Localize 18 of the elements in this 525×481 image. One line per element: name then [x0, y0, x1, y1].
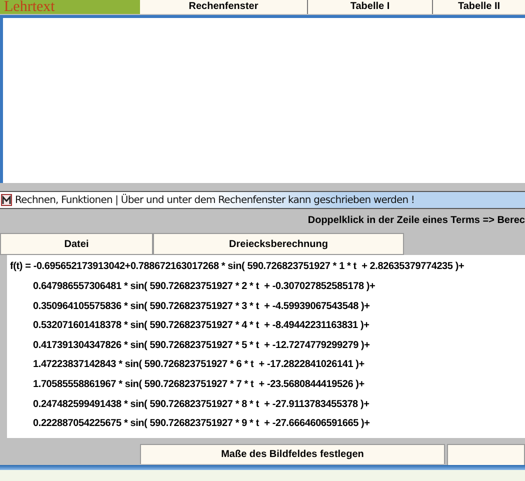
header-label: Lehrtext — [0, 0, 140, 14]
text-area[interactable] — [0, 15, 525, 183]
app-icon — [1, 194, 12, 206]
formula-line: 0.222887054225675 * sin( 590.726823751927 * 9 * t + -27.6664606591665 )+ — [32, 417, 371, 432]
window-title: Rechnen, Funktionen | Über und unter dem Rechenfenster kann geschrieben werden ! — [15, 194, 415, 206]
formula-line: 0.417391304347826 * sin( 590.726823751927 * 5 * t + -12.7274779299279 )+ — [32, 338, 371, 353]
hint-text: Doppelklick in der Zeile eines Terms => Berec — [308, 214, 525, 226]
formula-line: f(t) = -0.695652173913042+0.788672163017268 * sin( 590.726823751927 * 1 * t + 2.82635379774235 )+ — [9, 260, 466, 274]
blank-button[interactable] — [447, 444, 525, 466]
formula-line: 1.70585558861967 * sin( 590.726823751927 * 7 * t + -23.5680844419526 )+ — [32, 378, 366, 392]
formula-line: 1.47223837142843 * sin( 590.726823751927 * 6 * t + -17.2822841026141 )+ — [32, 358, 366, 372]
formula-line: 0.532071601418378 * sin( 590.726823751927 * 4 * t + -8.49442231163831 )+ — [32, 319, 370, 334]
formula-line: 0.647986557306481 * sin( 590.726823751927 * 2 * t + -0.307027852585178 )+ — [32, 280, 376, 294]
formula-line: 0.247482599491438 * sin( 590.726823751927 * 8 * t + -27.9113783455378 )+ — [32, 398, 370, 412]
formula-line: 0.350964105575836 * sin( 590.726823751927 * 3 * t + -4.59939067543548 )+ — [32, 300, 371, 314]
toolbar-button[interactable]: Datei — [0, 233, 153, 256]
toolbar-button[interactable]: Dreiecksberechnung — [153, 233, 404, 256]
set-size-button[interactable]: Maße des Bildfeldes festlegen — [140, 444, 445, 464]
